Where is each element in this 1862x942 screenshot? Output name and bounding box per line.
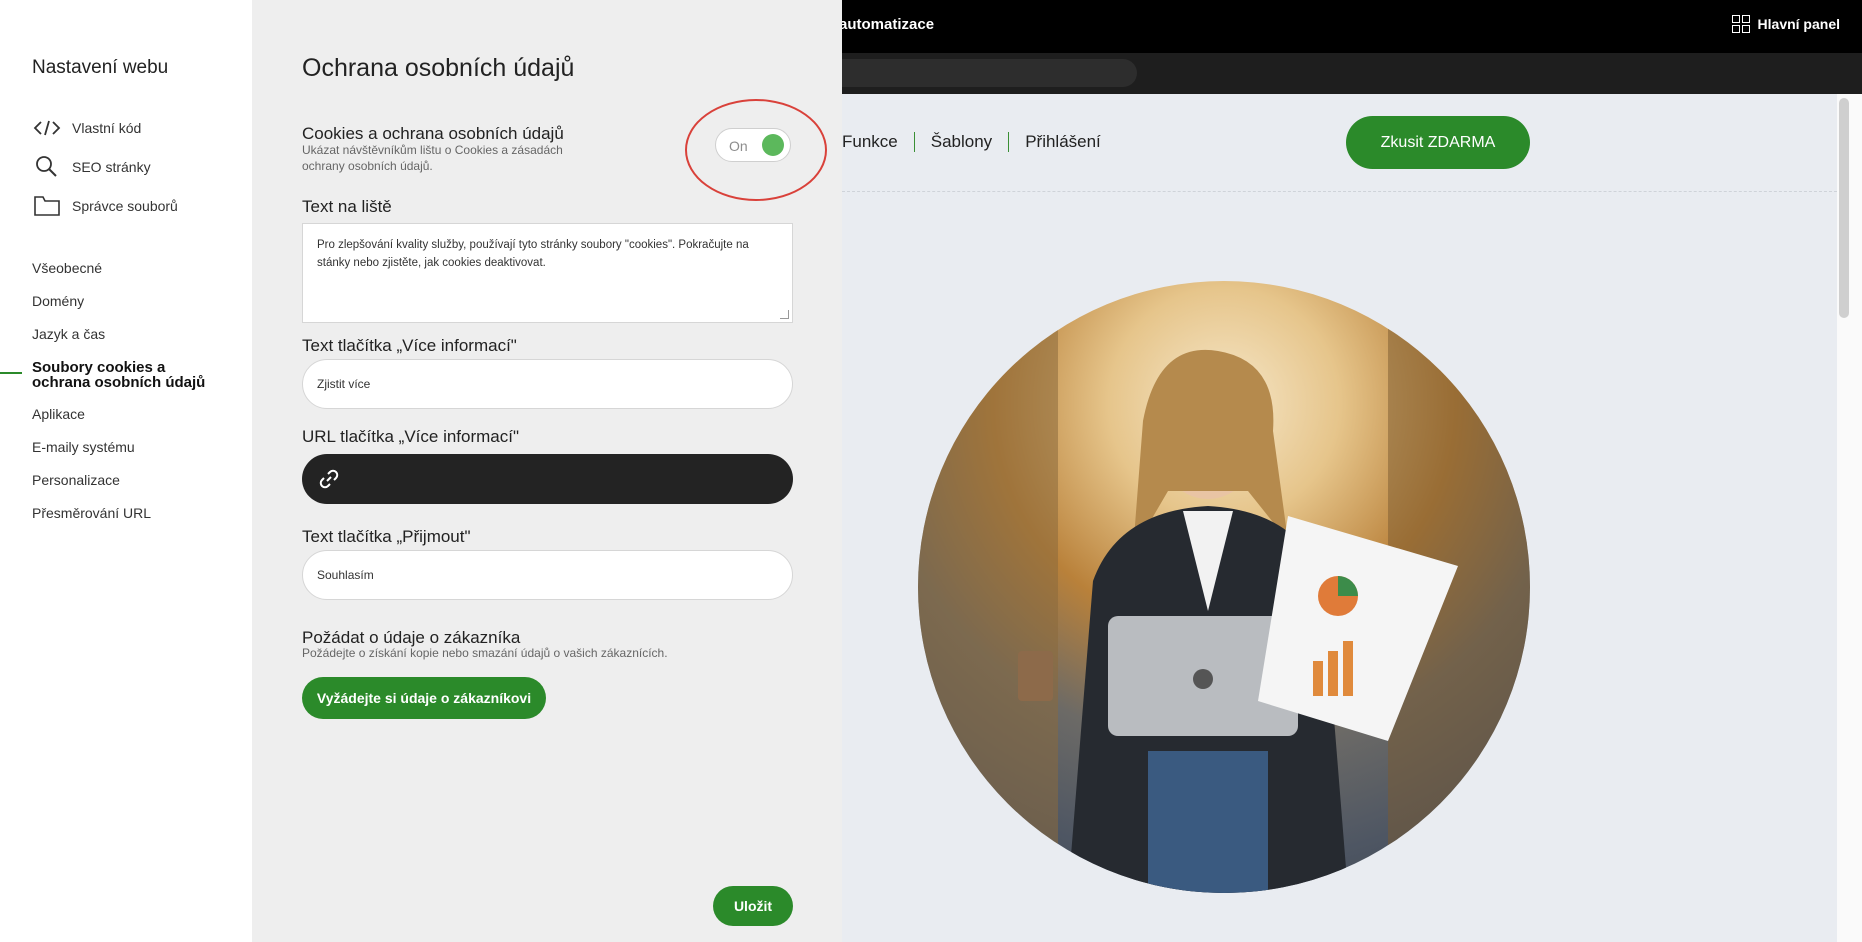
cookies-section-description: Ukázat návštěvníkům lištu o Cookies a zá… bbox=[302, 143, 563, 173]
sidebar-tool-label: Správce souborů bbox=[72, 198, 178, 214]
accept-text-value: Souhlasím bbox=[317, 568, 374, 582]
more-info-text-value: Zjistit více bbox=[317, 377, 371, 391]
highlight-annotation bbox=[685, 99, 827, 201]
accept-text-label: Text tlačítka „Přijmout" bbox=[302, 527, 471, 546]
more-info-text-input[interactable]: Zjistit více bbox=[302, 359, 793, 409]
website-preview: Funkce Šablony Přihlášení Zkusit ZDARMA bbox=[842, 94, 1837, 942]
sidebar-item-url-redirects[interactable]: Přesměrování URL bbox=[32, 505, 151, 521]
privacy-settings-panel: Ochrana osobních údajů Cookies a ochrana… bbox=[252, 0, 842, 942]
sidebar-tool-label: Vlastní kód bbox=[72, 120, 142, 136]
sidebar-tool-custom-code[interactable]: Vlastní kód bbox=[32, 116, 141, 140]
site-navigation: Funkce Šablony Přihlášení Zkusit ZDARMA bbox=[842, 94, 1837, 192]
nav-link-features[interactable]: Funkce bbox=[842, 132, 898, 152]
sidebar-item-language-time[interactable]: Jazyk a čas bbox=[32, 326, 105, 342]
bar-text-value: Pro zlepšování kvality služby, používají… bbox=[317, 239, 749, 269]
preview-url-field[interactable] bbox=[800, 59, 1137, 87]
resize-handle[interactable] bbox=[780, 310, 789, 319]
request-customer-data-button[interactable]: Vyžádejte si údaje o zákazníkovi bbox=[302, 677, 546, 719]
sidebar-tool-label: SEO stránky bbox=[72, 159, 151, 175]
cookies-section-title: Cookies a ochrana osobních údajů bbox=[302, 124, 564, 143]
hero-image bbox=[918, 281, 1530, 893]
sidebar-title: Nastavení webu bbox=[32, 57, 169, 78]
customer-data-description: Požádejte o získání kopie nebo smazání ú… bbox=[302, 646, 668, 660]
page-title: Ochrana osobních údajů bbox=[302, 54, 575, 82]
search-icon bbox=[32, 155, 62, 179]
active-indicator bbox=[0, 372, 22, 374]
site-nav-links: Funkce Šablony Přihlášení bbox=[842, 132, 1101, 152]
folder-icon bbox=[32, 194, 62, 218]
breadcrumb: automatizace bbox=[839, 16, 935, 33]
hero-illustration bbox=[918, 281, 1530, 893]
try-free-button[interactable]: Zkusit ZDARMA bbox=[1346, 116, 1530, 169]
nav-link-templates[interactable]: Šablony bbox=[931, 132, 992, 152]
sidebar-item-domains[interactable]: Domény bbox=[32, 293, 84, 309]
preview-scrollbar-thumb[interactable] bbox=[1839, 98, 1849, 318]
dashboard-icon bbox=[1731, 15, 1750, 33]
nav-link-login[interactable]: Přihlášení bbox=[1025, 132, 1101, 152]
nav-divider bbox=[913, 132, 915, 152]
more-info-url-input[interactable] bbox=[302, 454, 793, 504]
accept-text-input[interactable]: Souhlasím bbox=[302, 550, 793, 600]
sidebar-item-cookies-privacy[interactable]: Soubory cookies a ochrana osobních údajů bbox=[32, 360, 222, 390]
more-info-url-label: URL tlačítka „Více informací" bbox=[302, 427, 520, 446]
sidebar-item-general[interactable]: Všeobecné bbox=[32, 260, 102, 276]
sidebar-item-apps[interactable]: Aplikace bbox=[32, 406, 85, 422]
bar-text-label: Text na liště bbox=[302, 197, 392, 216]
sidebar-tool-seo[interactable]: SEO stránky bbox=[32, 155, 151, 179]
nav-divider bbox=[1008, 132, 1010, 152]
save-button[interactable]: Uložit bbox=[713, 886, 793, 926]
sidebar-tool-file-manager[interactable]: Správce souborů bbox=[32, 194, 178, 218]
dashboard-button[interactable]: Hlavní panel bbox=[1731, 15, 1840, 33]
dashboard-label: Hlavní panel bbox=[1757, 16, 1840, 32]
more-info-text-label: Text tlačítka „Více informací" bbox=[302, 336, 517, 355]
code-icon bbox=[32, 116, 62, 140]
sidebar-item-personalization[interactable]: Personalizace bbox=[32, 472, 120, 488]
link-icon bbox=[319, 469, 339, 489]
sidebar-item-system-emails[interactable]: E-maily systému bbox=[32, 439, 135, 455]
settings-sidebar: Nastavení webu Vlastní kód SEO stránky S… bbox=[0, 0, 252, 942]
bar-text-textarea[interactable]: Pro zlepšování kvality služby, používají… bbox=[302, 223, 793, 323]
